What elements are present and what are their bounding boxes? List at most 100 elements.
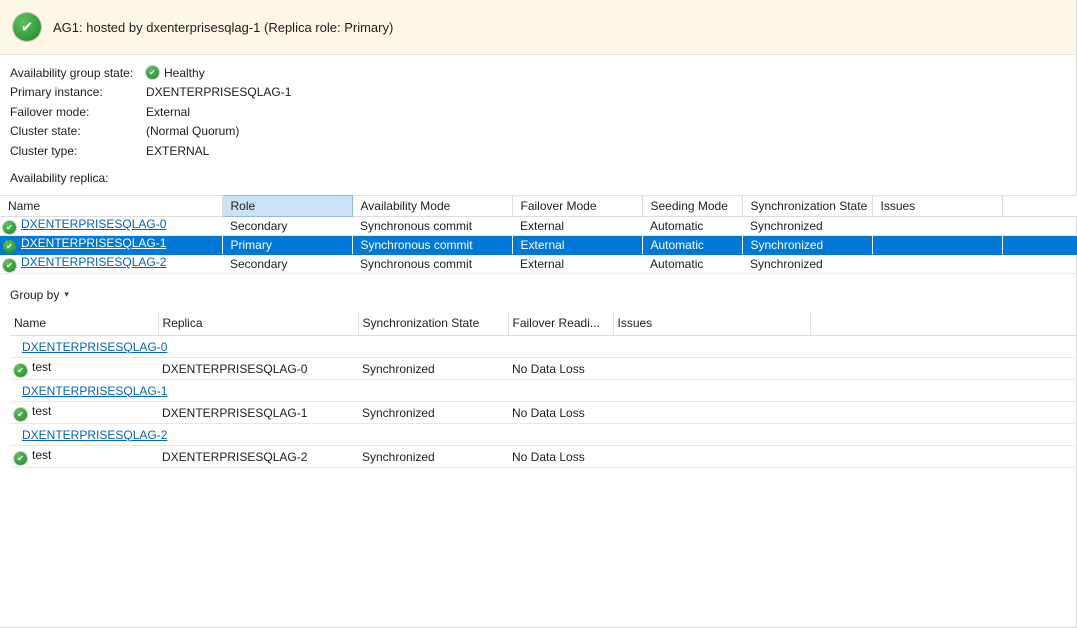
availability-replica-table: Name Role Availability Mode Failover Mod…: [0, 195, 1077, 274]
db-issues: [613, 446, 810, 468]
summary-row-failover-mode: Failover mode: External: [10, 102, 1076, 122]
healthy-check-icon: ✔: [14, 452, 27, 465]
replica-filler-cell: [1002, 235, 1077, 254]
replica-col-availability-mode[interactable]: Availability Mode: [352, 195, 512, 216]
replica-filler-cell: [1002, 216, 1077, 235]
replica-failover-mode: External: [512, 254, 642, 273]
replica-group-link[interactable]: DXENTERPRISESQLAG-0: [22, 340, 167, 354]
db-col-filler: [810, 311, 1077, 336]
healthy-check-icon: ✔: [14, 364, 27, 377]
db-row[interactable]: ✔ test DXENTERPRISESQLAG-0 Synchronized N…: [10, 358, 1077, 380]
summary-label: Availability group state:: [10, 66, 146, 80]
db-replica: DXENTERPRISESQLAG-2: [158, 446, 358, 468]
replica-seeding-mode: Automatic: [642, 254, 742, 273]
healthy-check-icon: ✔: [14, 408, 27, 421]
page-title: AG1: hosted by dxenterprisesqlag-1 (Repl…: [53, 20, 393, 35]
chevron-down-icon: ▾: [64, 289, 69, 300]
db-failover-readiness: No Data Loss: [508, 446, 613, 468]
replica-availability-mode: Synchronous commit: [352, 235, 512, 254]
summary-value: DXENTERPRISESQLAG-1: [146, 85, 291, 99]
replica-seeding-mode: Automatic: [642, 216, 742, 235]
db-group-header[interactable]: DXENTERPRISESQLAG-1: [10, 380, 1077, 402]
replica-row[interactable]: ✔ DXENTERPRISESQLAG-0 Secondary Synchrono…: [0, 216, 1077, 235]
summary-label: Cluster type:: [10, 144, 146, 158]
healthy-check-icon: ✔: [3, 221, 16, 234]
replica-issues: [872, 216, 1002, 235]
replica-synchronization-state: Synchronized: [742, 235, 872, 254]
summary-value: (Normal Quorum): [146, 124, 239, 138]
replica-link[interactable]: DXENTERPRISESQLAG-2: [21, 255, 166, 269]
db-row[interactable]: ✔ test DXENTERPRISESQLAG-2 Synchronized N…: [10, 446, 1077, 468]
ag-summary: Availability group state: ✔ Healthy Prim…: [0, 55, 1076, 161]
availability-replica-section-label: Availability replica:: [10, 171, 1076, 185]
replica-row[interactable]: ✔DXENTERPRISESQLAG-2 Secondary Synchrono…: [0, 254, 1077, 273]
db-group-header[interactable]: DXENTERPRISESQLAG-0: [10, 336, 1077, 358]
db-filler-cell: [810, 446, 1077, 468]
db-group-header[interactable]: DXENTERPRISESQLAG-2: [10, 424, 1077, 446]
replica-availability-mode: Synchronous commit: [352, 216, 512, 235]
summary-label: Failover mode:: [10, 105, 146, 119]
replica-col-role[interactable]: Role: [222, 195, 352, 216]
group-by-dropdown[interactable]: Group by ▾: [10, 288, 69, 302]
database-table-header-row: Name Replica Synchronization State Failo…: [10, 311, 1077, 336]
replica-issues: [872, 254, 1002, 273]
db-col-replica[interactable]: Replica: [158, 311, 358, 336]
db-synchronization-state: Synchronized: [358, 358, 508, 380]
db-name: test: [32, 448, 51, 462]
summary-row-cluster-type: Cluster type: EXTERNAL: [10, 141, 1076, 161]
summary-value: External: [146, 105, 190, 119]
database-table: Name Replica Synchronization State Failo…: [10, 311, 1077, 469]
replica-table-header-row: Name Role Availability Mode Failover Mod…: [0, 195, 1077, 216]
db-col-failover-readiness[interactable]: Failover Readi...: [508, 311, 613, 336]
replica-group-link[interactable]: DXENTERPRISESQLAG-2: [22, 428, 167, 442]
db-replica: DXENTERPRISESQLAG-0: [158, 358, 358, 380]
replica-failover-mode: External: [512, 235, 642, 254]
replica-col-filler: [1002, 195, 1077, 216]
healthy-check-icon: ✔: [146, 66, 159, 79]
db-col-name[interactable]: Name: [10, 311, 158, 336]
db-synchronization-state: Synchronized: [358, 402, 508, 424]
db-col-synchronization-state[interactable]: Synchronization State: [358, 311, 508, 336]
ag-dashboard: ✔ AG1: hosted by dxenterprisesqlag-1 (Re…: [0, 0, 1077, 628]
db-synchronization-state: Synchronized: [358, 446, 508, 468]
group-by-label: Group by: [10, 288, 59, 302]
replica-col-synchronization-state[interactable]: Synchronization State: [742, 195, 872, 216]
db-row[interactable]: ✔ test DXENTERPRISESQLAG-1 Synchronized N…: [10, 402, 1077, 424]
db-col-issues[interactable]: Issues: [613, 311, 810, 336]
replica-synchronization-state: Synchronized: [742, 216, 872, 235]
replica-seeding-mode: Automatic: [642, 235, 742, 254]
replica-col-name[interactable]: Name: [0, 195, 222, 216]
replica-availability-mode: Synchronous commit: [352, 254, 512, 273]
summary-value: EXTERNAL: [146, 144, 209, 158]
db-failover-readiness: No Data Loss: [508, 358, 613, 380]
summary-label: Primary instance:: [10, 85, 146, 99]
healthy-check-icon: ✔: [3, 240, 16, 253]
replica-role: Secondary: [222, 216, 352, 235]
db-name: test: [32, 404, 51, 418]
summary-value: Healthy: [164, 66, 205, 80]
ag-healthy-icon: ✔: [13, 13, 41, 41]
replica-row-selected[interactable]: ✔ DXENTERPRISESQLAG-1 Primary Synchronous…: [0, 235, 1077, 254]
db-name: test: [32, 360, 51, 374]
summary-row-cluster-state: Cluster state: (Normal Quorum): [10, 122, 1076, 142]
db-failover-readiness: No Data Loss: [508, 402, 613, 424]
summary-row-primary-instance: Primary instance: DXENTERPRISESQLAG-1: [10, 83, 1076, 103]
db-filler-cell: [810, 402, 1077, 424]
db-issues: [613, 402, 810, 424]
replica-col-issues[interactable]: Issues: [872, 195, 1002, 216]
db-replica: DXENTERPRISESQLAG-1: [158, 402, 358, 424]
replica-group-link[interactable]: DXENTERPRISESQLAG-1: [22, 384, 167, 398]
replica-role: Primary: [222, 235, 352, 254]
replica-col-failover-mode[interactable]: Failover Mode: [512, 195, 642, 216]
db-filler-cell: [810, 358, 1077, 380]
replica-col-seeding-mode[interactable]: Seeding Mode: [642, 195, 742, 216]
dashboard-header: ✔ AG1: hosted by dxenterprisesqlag-1 (Re…: [0, 0, 1076, 55]
replica-link[interactable]: DXENTERPRISESQLAG-0: [21, 217, 166, 231]
summary-row-group-state: Availability group state: ✔ Healthy: [10, 63, 1076, 83]
replica-link[interactable]: DXENTERPRISESQLAG-1: [21, 236, 166, 250]
replica-role: Secondary: [222, 254, 352, 273]
db-issues: [613, 358, 810, 380]
replica-synchronization-state: Synchronized: [742, 254, 872, 273]
replica-filler-cell: [1002, 254, 1077, 273]
replica-failover-mode: External: [512, 216, 642, 235]
